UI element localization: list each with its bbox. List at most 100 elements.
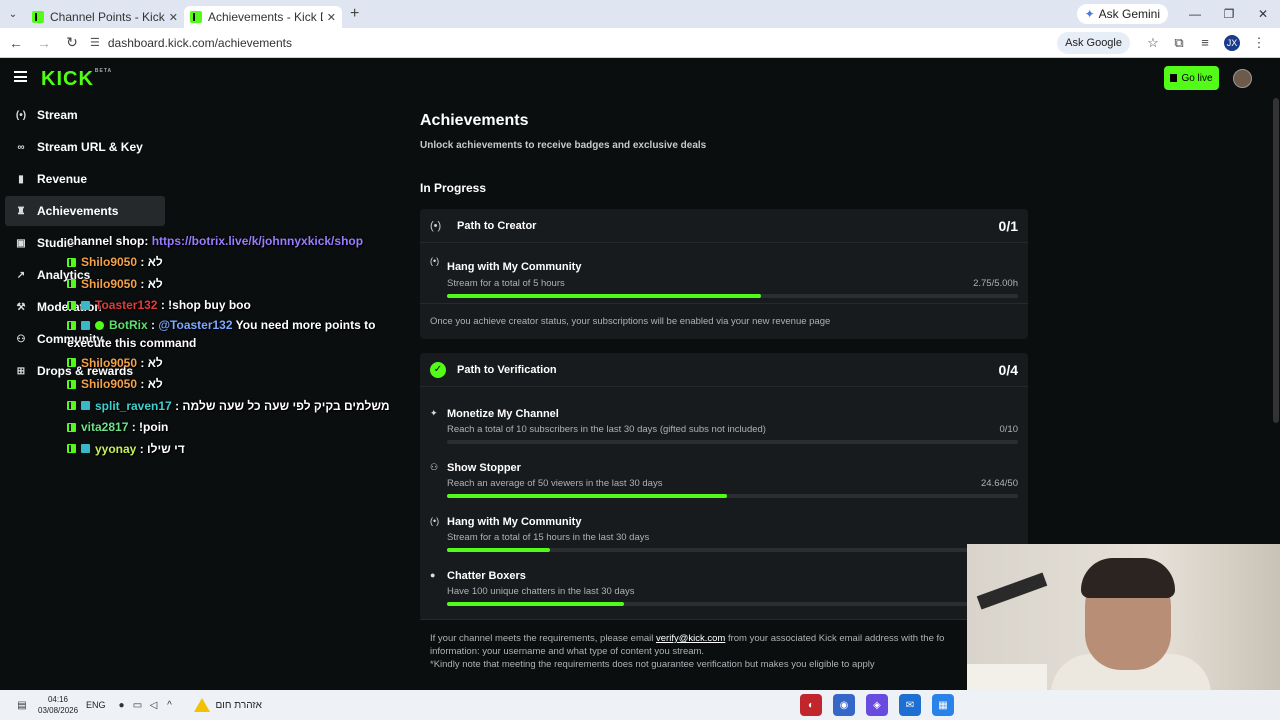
taskbar-clock[interactable]: 04:16 03/08/2026 (38, 694, 78, 716)
store-icon[interactable]: ▦ (932, 694, 954, 716)
chat-message: split_raven17 : משלמים בקיק לפי שעה כל ש… (67, 395, 397, 417)
page-title: Achievements (420, 112, 529, 129)
bookmark-star-icon[interactable]: ☆ (1140, 35, 1166, 51)
chat-message: Shilo9050 : לא (67, 252, 397, 274)
link-icon: ∞ (17, 141, 25, 153)
gift-icon: ⊞ (16, 365, 26, 377)
chat-username[interactable]: Shilo9050 (81, 277, 137, 291)
ask-google-button[interactable]: Ask Google (1057, 31, 1130, 54)
restore-icon[interactable]: ❐ (1212, 0, 1246, 28)
verified-badge-icon (95, 321, 104, 331)
close-tab-icon[interactable]: ✕ (169, 11, 178, 24)
chat-text: : !shop buy boo (160, 298, 251, 313)
chat-username[interactable]: Shilo9050 (81, 255, 137, 269)
progress-bar (447, 548, 1018, 552)
extensions-icon[interactable]: ⧉ (1166, 35, 1192, 51)
chat-username[interactable]: yyonay (95, 442, 136, 456)
heat-warning[interactable]: אזהרת חום (193, 698, 262, 712)
webcam-desk (967, 664, 1047, 690)
achievement-value: 24.64/50 (981, 478, 1018, 489)
user-avatar[interactable] (1233, 69, 1252, 88)
chat-username[interactable]: Toaster132 (95, 298, 157, 312)
network-icon[interactable]: ▭ (130, 700, 146, 711)
reload-icon[interactable]: ↻ (60, 34, 84, 51)
close-window-icon[interactable]: ✕ (1246, 0, 1280, 28)
chat-bubble-icon: ● (430, 570, 436, 580)
browser-menu-icon[interactable]: ⋮ (1246, 35, 1272, 51)
url-text: dashboard.kick.com/achievements (107, 35, 292, 50)
shop-label: channel shop: (67, 233, 149, 248)
outlook-icon[interactable]: ✉ (899, 694, 921, 716)
card-count: 0/1 (998, 217, 1018, 234)
achievement-row: (•) Hang with My Community Stream for a … (420, 503, 1028, 557)
progress-fill (447, 294, 762, 298)
chat-username[interactable]: vita2817 (81, 420, 128, 434)
chat-text: : די שילו (139, 441, 185, 456)
close-tab-icon[interactable]: ✕ (327, 11, 336, 24)
chat-message: BotRix : @Toaster132 You need more point… (67, 318, 376, 350)
url-field[interactable]: ☰ dashboard.kick.com/achievements (90, 30, 1058, 55)
minimize-icon[interactable]: — (1178, 0, 1212, 28)
achievement-desc: Stream for a total of 15 hours in the la… (447, 532, 650, 543)
chat-username[interactable]: split_raven17 (95, 399, 172, 413)
sparkle-icon: ✦ (430, 408, 438, 418)
progress-bar (447, 602, 1018, 606)
broadcast-icon: (•) (430, 516, 440, 526)
hamburger-menu-icon[interactable] (14, 71, 27, 82)
verified-check-icon: ✓ (430, 361, 446, 378)
go-live-button[interactable]: Go live (1164, 66, 1219, 90)
chrome-icon[interactable]: ◉ (833, 694, 855, 716)
verify-email-link[interactable]: verify@kick.com (656, 633, 725, 644)
chat-mention[interactable]: @Toaster132 (158, 318, 232, 332)
site-info-icon[interactable]: ☰ (90, 36, 100, 49)
note-prefix: If your channel meets the requirements, … (430, 633, 654, 644)
kick-logo[interactable]: KICKBETA (41, 68, 112, 91)
sidebar-item-achievements[interactable]: ♜ Achievements (5, 196, 165, 226)
ask-gemini-button[interactable]: ✦ Ask Gemini (1076, 4, 1168, 24)
ask-gemini-label: Ask Gemini (1098, 7, 1160, 21)
tab-achievements[interactable]: Achievements - Kick Dashboard ✕ (184, 6, 342, 28)
volume-icon[interactable]: ◁ (146, 700, 162, 711)
achievement-title: Hang with My Community (447, 261, 582, 273)
chat-username[interactable]: Shilo9050 (81, 377, 137, 391)
forward-icon[interactable]: → (32, 35, 56, 51)
media-icon[interactable]: ≡ (1192, 35, 1218, 50)
red-app-icon[interactable]: ◐ (800, 694, 822, 716)
tab-search-icon[interactable]: ⌄ (0, 0, 26, 28)
sidebar-item-stream[interactable]: (•) Stream (5, 100, 165, 130)
trophy-icon: ♜ (16, 205, 26, 217)
new-tab-icon[interactable]: + (350, 5, 359, 23)
tab-channel-points[interactable]: Channel Points - Kick Dashboa ✕ (26, 6, 184, 28)
notes-icon[interactable]: ▤ (14, 700, 30, 711)
kick-badge-icon (67, 444, 76, 454)
discord-icon[interactable]: ◈ (866, 694, 888, 716)
logo-text: KICK (41, 68, 94, 90)
section-heading: In Progress (420, 181, 487, 195)
profile-avatar[interactable]: JX (1224, 34, 1240, 51)
chat-text: : לא (140, 355, 163, 370)
shop-link[interactable]: https://botrix.live/k/johnnyxkick/shop (152, 234, 363, 248)
bot-badge-icon (81, 321, 90, 331)
achievement-title: Chatter Boxers (447, 570, 526, 582)
chat-username[interactable]: BotRix (109, 318, 148, 332)
revenue-icon: ▮ (18, 173, 24, 185)
tray-chevron-up-icon[interactable]: ^ (162, 700, 178, 711)
chat-username[interactable]: Shilo9050 (81, 356, 137, 370)
subscriber-badge-icon (81, 300, 90, 310)
kick-favicon-icon (32, 11, 44, 23)
achievement-desc: Reach a total of 10 subscribers in the l… (447, 424, 766, 435)
browser-tab-bar: ⌄ Channel Points - Kick Dashboa ✕ Achiev… (0, 0, 1280, 28)
broadcast-icon: (•) (430, 219, 442, 232)
sidebar-item-revenue[interactable]: ▮ Revenue (5, 164, 165, 194)
kick-badge-icon (67, 422, 76, 432)
back-icon[interactable]: ← (4, 35, 28, 51)
note-line2: information: your username and what type… (430, 646, 705, 657)
language-indicator[interactable]: ENG (86, 700, 106, 710)
progress-fill (447, 602, 624, 606)
scrollbar[interactable] (1273, 98, 1279, 423)
microphone-icon[interactable]: ● (114, 700, 130, 711)
sidebar-item-stream-url-key[interactable]: ∞ Stream URL & Key (5, 132, 165, 162)
chat-text: : לא (140, 276, 163, 291)
card-header: (•) Path to Creator 0/1 (420, 209, 1028, 243)
kick-dashboard: KICKBETA Go live (•) Stream ∞ Stream URL &… (0, 58, 1280, 690)
